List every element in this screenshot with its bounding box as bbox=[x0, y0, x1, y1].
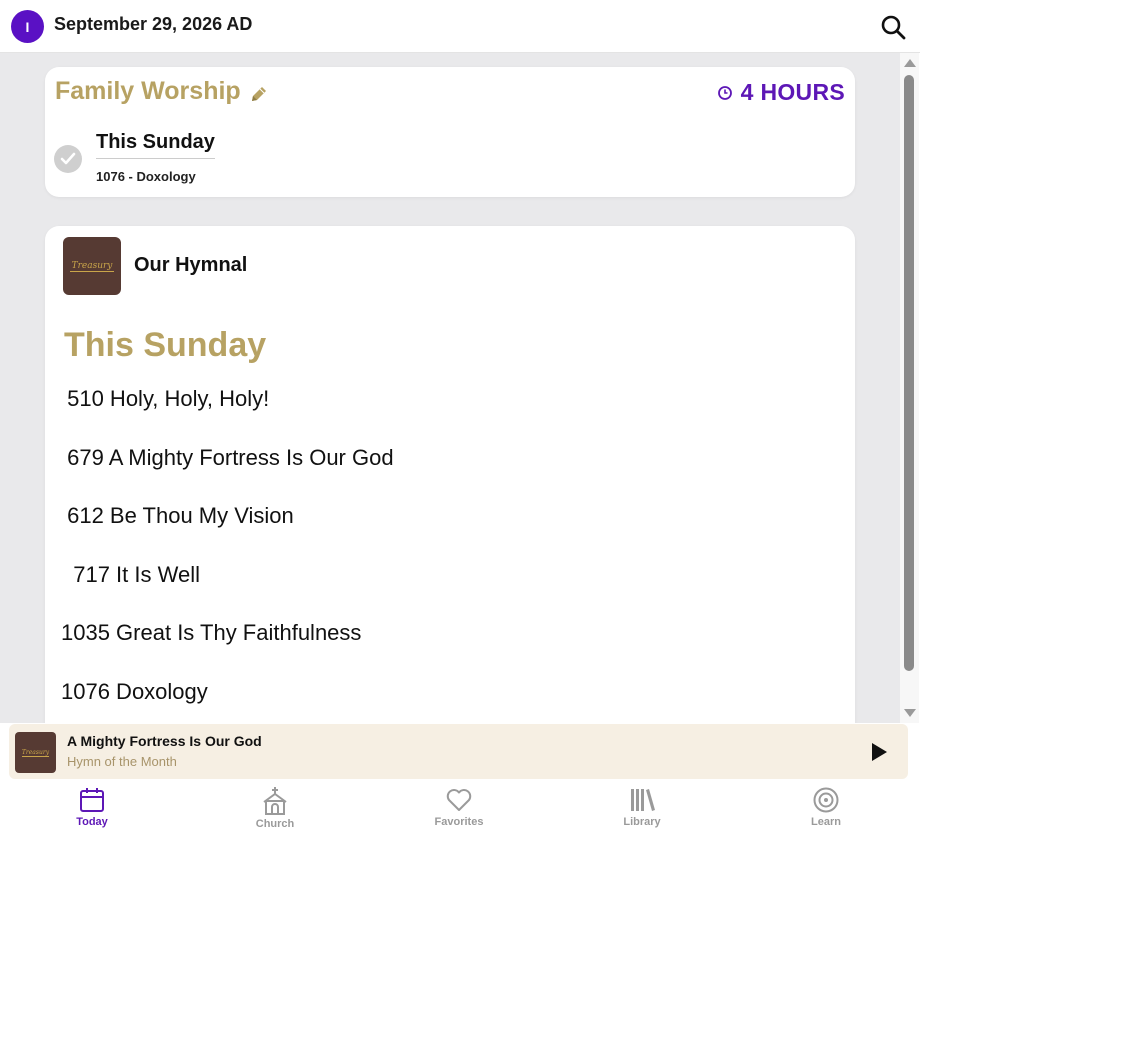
scroll-down-arrow-icon[interactable] bbox=[904, 709, 916, 717]
hymnal-card: Treasury Our Hymnal This Sunday 510 Holy… bbox=[45, 226, 855, 723]
mini-player[interactable]: Treasury A Mighty Fortress Is Our God Hy… bbox=[9, 724, 908, 779]
service-hymn-summary: 1076 - Doxology bbox=[96, 169, 196, 184]
target-icon bbox=[813, 787, 839, 813]
calendar-icon bbox=[80, 788, 104, 812]
hymn-list: 510 Holy, Holy, Holy! 679 A Mighty Fortr… bbox=[61, 386, 394, 723]
tab-today[interactable]: Today bbox=[52, 786, 132, 828]
search-icon[interactable] bbox=[878, 12, 908, 42]
section-heading: This Sunday bbox=[64, 326, 267, 364]
library-icon bbox=[631, 789, 655, 811]
clock-icon bbox=[717, 85, 732, 100]
app-window: I September 29, 2026 AD Family Worship 4… bbox=[0, 0, 920, 840]
service-name-link[interactable]: This Sunday bbox=[96, 131, 215, 159]
hymn-list-item[interactable]: 612 Be Thou My Vision bbox=[61, 503, 394, 562]
tab-favorites[interactable]: Favorites bbox=[419, 786, 499, 828]
tab-learn[interactable]: Learn bbox=[786, 786, 866, 828]
scrollbar[interactable] bbox=[900, 53, 919, 723]
page-title-date: September 29, 2026 AD bbox=[54, 14, 253, 34]
tab-label: Library bbox=[623, 816, 661, 828]
family-worship-title: Family Worship bbox=[55, 77, 241, 105]
play-icon[interactable] bbox=[868, 741, 890, 763]
tab-label: Church bbox=[255, 818, 295, 830]
scrollbar-thumb[interactable] bbox=[904, 75, 914, 671]
complete-check-icon[interactable] bbox=[54, 145, 82, 173]
hymn-list-item[interactable]: 679 A Mighty Fortress Is Our God bbox=[61, 445, 393, 504]
hymnal-logo: Treasury bbox=[63, 237, 121, 295]
tab-label: Favorites bbox=[434, 816, 484, 828]
family-worship-card[interactable]: Family Worship 4 HOURS This Sunday 1076 … bbox=[45, 67, 855, 197]
scroll-up-arrow-icon[interactable] bbox=[904, 59, 916, 67]
player-artwork: Treasury bbox=[15, 732, 56, 773]
hymn-list-item[interactable]: 1076 Doxology bbox=[61, 679, 394, 724]
hymnal-name: Our Hymnal bbox=[134, 254, 248, 276]
player-track-title: A Mighty Fortress Is Our God bbox=[67, 733, 262, 749]
heart-icon bbox=[446, 789, 472, 811]
tab-label: Learn bbox=[811, 816, 841, 828]
content-scroll-area[interactable]: Family Worship 4 HOURS This Sunday 1076 … bbox=[0, 53, 900, 723]
pencil-icon[interactable] bbox=[248, 83, 270, 105]
tab-library[interactable]: Library bbox=[602, 786, 682, 828]
bottom-nav: Today Church Favorites Library Learn bbox=[0, 780, 920, 840]
tab-label: Today bbox=[76, 816, 108, 828]
top-bar: I September 29, 2026 AD bbox=[0, 0, 920, 53]
hymn-list-item[interactable]: 510 Holy, Holy, Holy! bbox=[61, 386, 394, 445]
hymn-list-item[interactable]: 717 It Is Well bbox=[61, 562, 394, 621]
church-icon bbox=[263, 787, 287, 815]
time-remaining-label: 4 HOURS bbox=[740, 79, 845, 105]
tab-church[interactable]: Church bbox=[235, 786, 315, 830]
player-track-subtitle: Hymn of the Month bbox=[67, 754, 177, 769]
hymn-list-item[interactable]: 1035 Great Is Thy Faithfulness bbox=[61, 620, 394, 679]
time-remaining: 4 HOURS bbox=[717, 79, 845, 106]
avatar[interactable]: I bbox=[11, 10, 44, 43]
